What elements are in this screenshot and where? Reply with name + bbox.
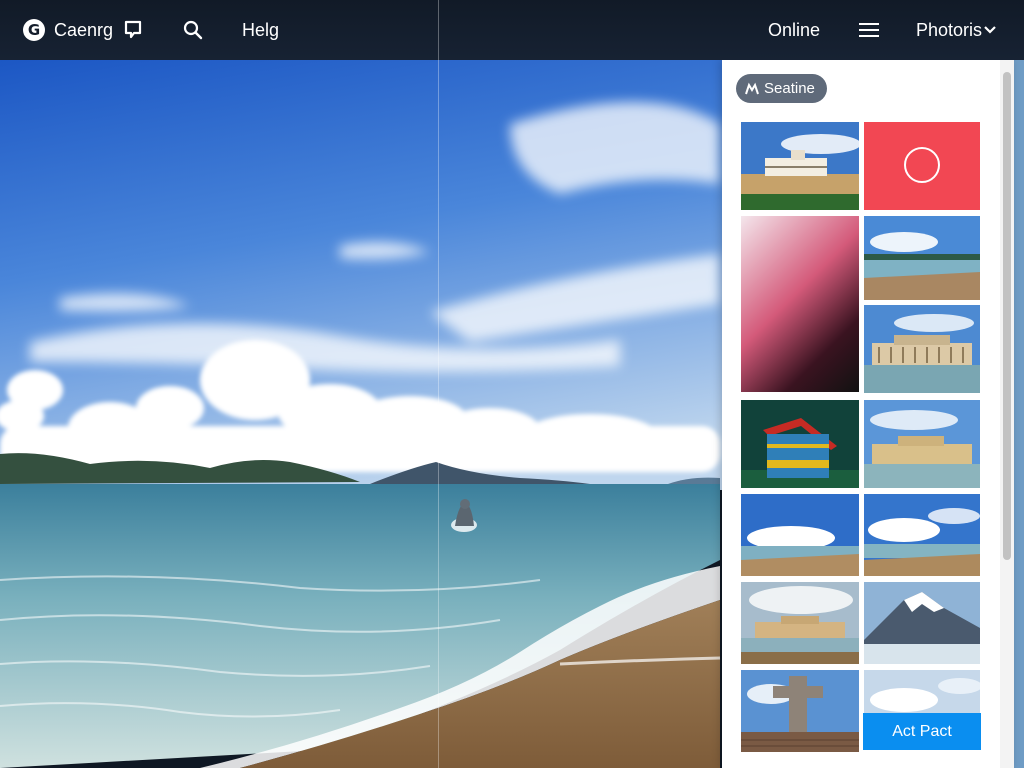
panel-scrollbar[interactable] — [1000, 60, 1014, 768]
thumbnail-beach-shoreline[interactable] — [864, 216, 980, 300]
thumbnail-palace-lawn[interactable] — [741, 582, 859, 664]
comment-icon[interactable] — [124, 0, 142, 60]
hamburger-menu-icon[interactable] — [859, 0, 879, 60]
search-icon[interactable] — [183, 0, 203, 60]
top-bar: G Caenrg Helg Online Photoris — [0, 0, 1024, 60]
online-status[interactable]: Online — [768, 0, 820, 60]
filter-icon — [745, 82, 759, 94]
photo-panel: Seatine Act Pact — [722, 60, 1014, 768]
thumbnail-beach-clouds[interactable] — [741, 494, 859, 576]
brand-name: Caenrg — [54, 19, 114, 40]
photoris-label: Photoris — [916, 19, 983, 40]
thumbnail-stone-cross[interactable] — [741, 670, 859, 752]
scrollbar-thumb[interactable] — [1003, 72, 1011, 560]
chevron-down-icon — [984, 26, 996, 34]
chip-label: Seatine — [764, 80, 815, 97]
act-pact-button[interactable]: Act Pact — [863, 713, 981, 750]
thumbnail-red-swatch-with-circle[interactable] — [864, 122, 980, 210]
thumbnail-sky-and-clouds[interactable] — [864, 670, 980, 714]
photoris-dropdown[interactable]: Photoris — [916, 0, 996, 60]
thumbnail-pink-to-black-gradient[interactable] — [741, 216, 859, 392]
brand[interactable]: G Caenrg — [23, 0, 113, 60]
thumbnail-ornate-temple[interactable] — [741, 400, 859, 488]
thumbnail-columned-palace[interactable] — [864, 305, 980, 393]
help-link[interactable]: Helg — [242, 0, 279, 60]
thumbnail-snowy-mountain[interactable] — [864, 582, 980, 664]
logo-icon: G — [23, 19, 45, 41]
thumbnail-palace-waterfront[interactable] — [864, 400, 980, 488]
thumbnail-beach-clouds-2[interactable] — [864, 494, 980, 576]
view-divider[interactable] — [438, 0, 439, 768]
seatine-chip[interactable]: Seatine — [736, 74, 827, 103]
thumbnail-palace-on-beach[interactable] — [741, 122, 859, 210]
